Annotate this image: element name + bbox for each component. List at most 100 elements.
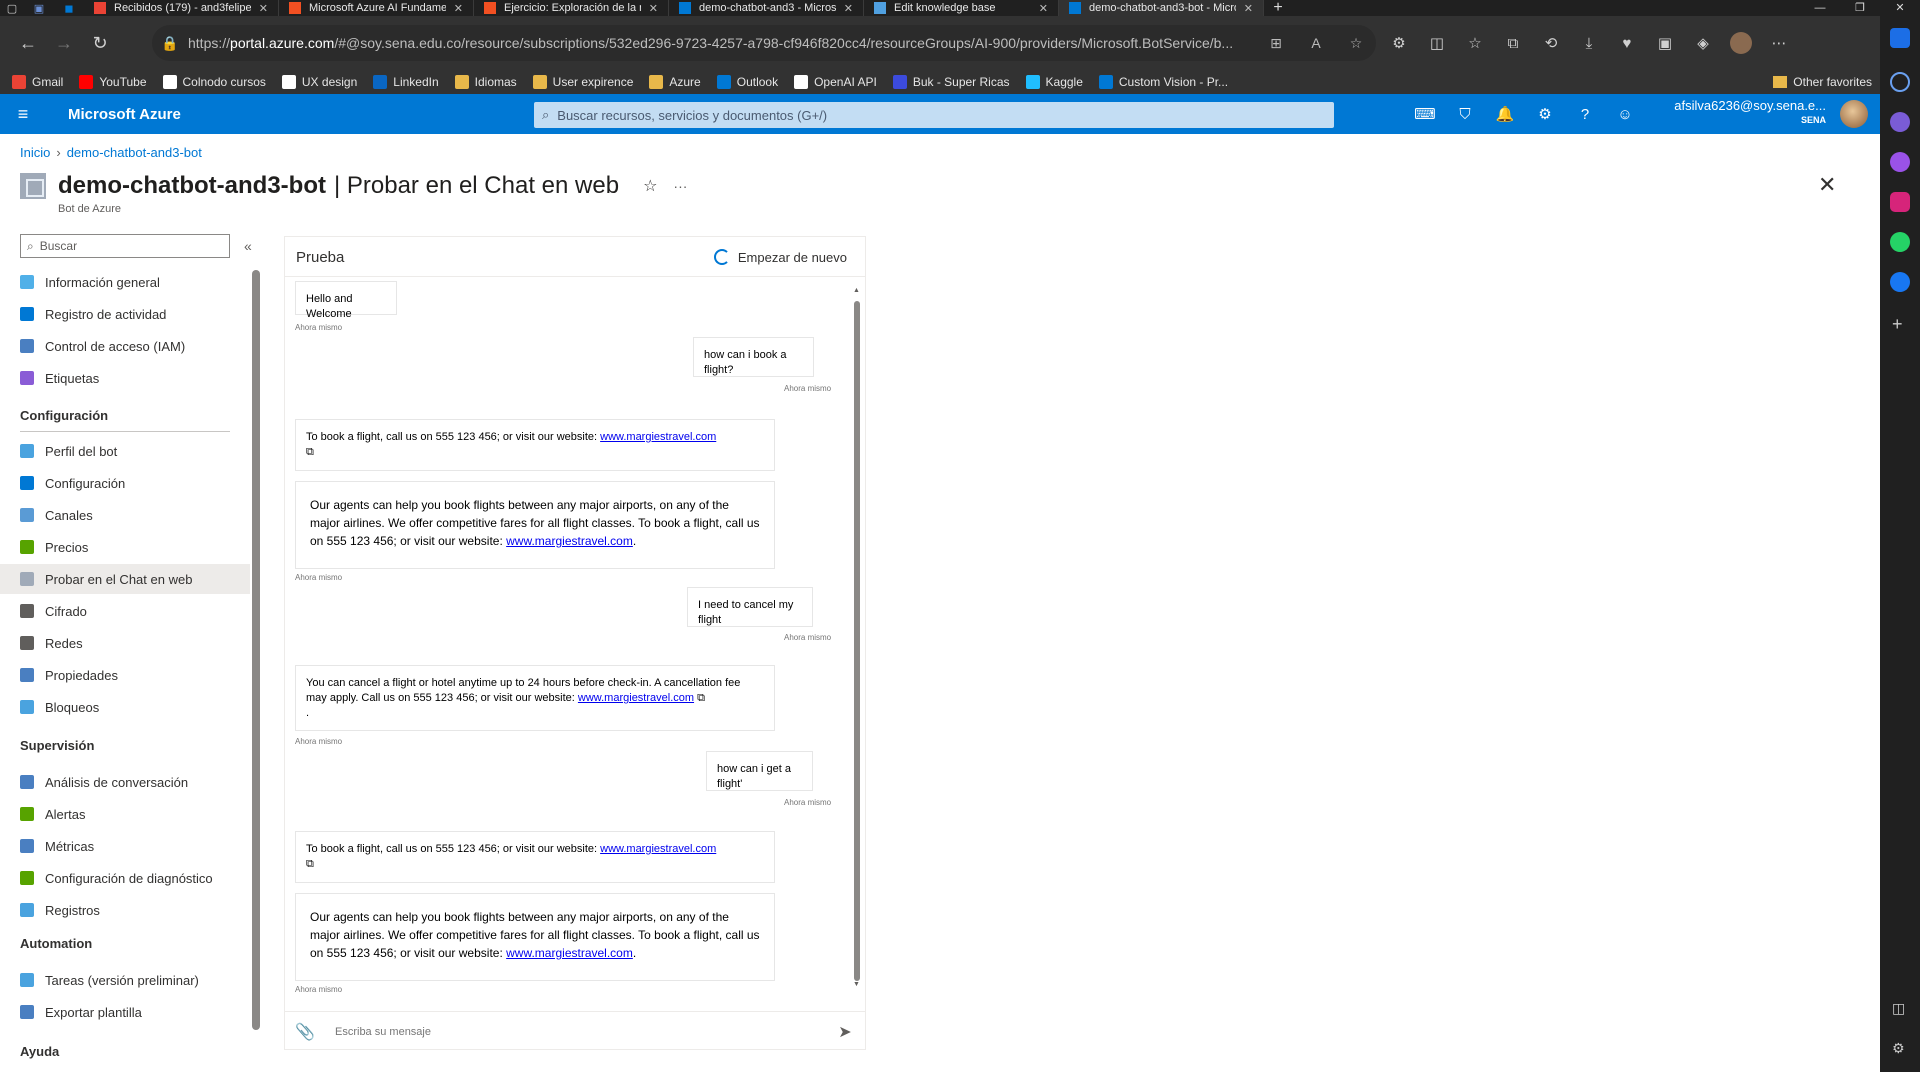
close-window-icon[interactable]: ✕ (1880, 0, 1920, 16)
sidebar-item[interactable]: Análisis de conversación (0, 767, 250, 797)
chat-scrollbar[interactable]: ▲ ▼ (853, 287, 861, 988)
bookmark[interactable]: LinkedIn (373, 75, 439, 89)
menu-scroll-thumb[interactable] (252, 270, 260, 1030)
sidebar-item[interactable]: Información general (0, 267, 250, 297)
sidebar-item[interactable]: Exportar plantilla (0, 997, 250, 1027)
refresh-icon[interactable]: ↻ (82, 25, 118, 61)
collapse-menu-icon[interactable]: « (244, 238, 252, 254)
settings-icon[interactable]: ⚙ (1525, 94, 1565, 134)
browser-tab[interactable]: Recibidos (179) - and3felipe@gm ✕ (84, 0, 279, 16)
browser-tab[interactable]: Microsoft Azure AI Fundamentals ✕ (279, 0, 474, 16)
external-link-icon[interactable]: ⧉ (306, 446, 314, 458)
bookmark[interactable]: Gmail (12, 75, 63, 89)
website-link[interactable]: www.margiestravel.com (506, 534, 633, 548)
website-link[interactable]: www.margiestravel.com (600, 431, 716, 443)
back-icon[interactable]: ← (10, 25, 46, 61)
app-available-icon[interactable]: ⊞ (1256, 35, 1296, 52)
minimize-icon[interactable]: — (1800, 0, 1840, 16)
browser-tab[interactable]: Edit knowledge base ✕ (864, 0, 1059, 16)
sidebar-item[interactable]: Bloqueos (0, 692, 250, 722)
bookmark[interactable]: Outlook (716, 75, 778, 89)
browser-essentials-icon[interactable]: ◈ (1684, 25, 1722, 61)
whatsapp-icon[interactable] (1890, 232, 1910, 252)
sidebar-item[interactable]: Canales (0, 500, 250, 530)
chat-scroll-thumb[interactable] (854, 301, 860, 981)
sidebar-item[interactable]: Probar en el Chat en web (0, 564, 250, 594)
extensions-icon[interactable]: ⚙ (1380, 25, 1418, 61)
sidebar-item[interactable]: Alertas (0, 799, 250, 829)
outlook-tab-icon[interactable]: ◼ (54, 0, 84, 16)
sidebar-item[interactable]: Propiedades (0, 660, 250, 690)
browser-tab[interactable]: demo-chatbot-and3-bot - Micro ✕ (1059, 0, 1264, 16)
sidebar-item[interactable]: Configuración (0, 468, 250, 498)
help-icon[interactable]: ? (1565, 94, 1605, 134)
external-link-icon[interactable]: ⧉ (697, 692, 705, 704)
sidebar-item[interactable]: Cifrado (0, 596, 250, 626)
sidebar-item[interactable]: Etiquetas (0, 363, 250, 393)
sidebar-item[interactable]: Perfil del bot (0, 436, 250, 466)
add-app-icon[interactable]: + (1892, 314, 1903, 335)
favorites-icon[interactable]: ☆ (1456, 25, 1494, 61)
instagram-icon[interactable] (1890, 192, 1910, 212)
url-text[interactable]: https://portal.azure.com/#@soy.sena.edu.… (188, 35, 1256, 51)
bookmark[interactable]: Kaggle (1025, 75, 1083, 89)
close-tab-icon[interactable]: ✕ (1039, 2, 1048, 15)
screenshot-icon[interactable]: ▣ (1646, 25, 1684, 61)
avatar[interactable] (1840, 100, 1868, 128)
messenger-icon[interactable] (1890, 152, 1910, 172)
bookmark[interactable]: Idiomas (454, 75, 517, 89)
sidebar-item[interactable]: Redes (0, 628, 250, 658)
read-aloud-icon[interactable]: A (1296, 35, 1336, 51)
website-link[interactable]: www.margiestravel.com (506, 946, 633, 960)
facebook-icon[interactable] (1890, 272, 1910, 292)
address-bar[interactable]: 🔒 https://portal.azure.com/#@soy.sena.ed… (152, 25, 1376, 61)
close-tab-icon[interactable]: ✕ (649, 2, 658, 15)
profile-icon[interactable] (1722, 25, 1760, 61)
collections-icon[interactable]: ⧉ (1494, 25, 1532, 61)
bookmark[interactable]: Buk - Super Ricas (892, 75, 1010, 89)
bookmark[interactable]: User expirence (532, 75, 633, 89)
close-tab-icon[interactable]: ✕ (259, 2, 268, 15)
bookmark[interactable]: Custom Vision - Pr... (1098, 75, 1228, 89)
split-screen-icon[interactable]: ◫ (1418, 25, 1456, 61)
search-sidebar-icon[interactable] (1890, 72, 1910, 92)
sidebar-item[interactable]: Configuración de diagnóstico (0, 863, 250, 893)
sidebar-settings-icon[interactable]: ⚙ (1892, 1040, 1905, 1057)
more-options-icon[interactable]: ··· (673, 178, 687, 194)
account-info[interactable]: afsilva6236@soy.sena.e... SENA (1674, 98, 1826, 128)
restart-button[interactable]: Empezar de nuevo (713, 249, 847, 265)
workspace-icon[interactable]: ▣ (24, 0, 54, 16)
forward-icon[interactable]: → (46, 25, 82, 61)
scroll-up-icon[interactable]: ▲ (853, 287, 860, 294)
sidebar-item[interactable]: Control de acceso (IAM) (0, 331, 250, 361)
settings-menu-icon[interactable]: ⋯ (1760, 25, 1798, 61)
sidebar-item[interactable]: Registros (0, 895, 250, 925)
feedback-icon[interactable]: ☺ (1605, 94, 1645, 134)
close-tab-icon[interactable]: ✕ (454, 2, 463, 15)
directory-filter-icon[interactable]: ⛉ (1445, 94, 1485, 134)
favorite-star-icon[interactable]: ☆ (643, 176, 657, 196)
website-link[interactable]: www.margiestravel.com (578, 692, 694, 704)
sidebar-item[interactable]: Métricas (0, 831, 250, 861)
browser-tab[interactable]: demo-chatbot-and3 - Microsoft ✕ (669, 0, 864, 16)
portal-menu-icon[interactable]: ≡ (0, 104, 46, 125)
bookmark[interactable]: UX design (281, 75, 357, 89)
global-search-input[interactable]: ⌕ Buscar recursos, servicios y documento… (534, 102, 1334, 128)
scroll-down-icon[interactable]: ▼ (853, 981, 860, 988)
bookmark[interactable]: Azure (649, 75, 701, 89)
send-icon[interactable]: ➤ (825, 1022, 865, 1042)
performance-icon[interactable]: ♥ (1608, 25, 1646, 61)
history-icon[interactable]: ⟲ (1532, 25, 1570, 61)
bookmark[interactable]: YouTube (79, 75, 147, 89)
azure-brand[interactable]: Microsoft Azure (68, 106, 438, 123)
breadcrumb-home[interactable]: Inicio (20, 145, 50, 160)
sidebar-item[interactable]: Registro de actividad (0, 299, 250, 329)
bing-copilot-icon[interactable] (1890, 28, 1910, 48)
lock-icon[interactable]: 🔒 (152, 35, 188, 52)
close-blade-icon[interactable]: ✕ (1818, 172, 1836, 198)
sidebar-item[interactable]: Precios (0, 532, 250, 562)
close-tab-icon[interactable]: ✕ (844, 2, 853, 15)
menu-search-input[interactable]: ⌕ Buscar (20, 234, 230, 258)
browser-tab[interactable]: Ejercicio: Exploración de la respu ✕ (474, 0, 669, 16)
tab-actions-icon[interactable]: ▢ (0, 0, 24, 16)
